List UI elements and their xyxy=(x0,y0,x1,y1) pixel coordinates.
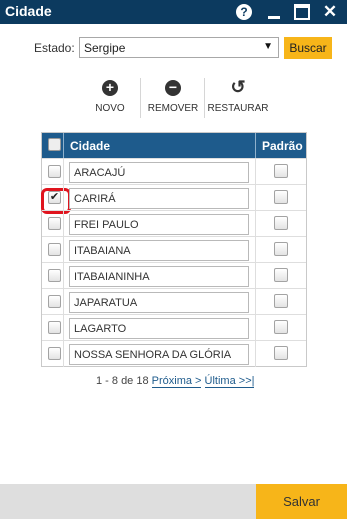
column-divider xyxy=(63,341,64,367)
restaurar-label: RESTAURAR xyxy=(207,103,269,114)
window-title: Cidade xyxy=(5,3,52,19)
cidade-field[interactable]: NOSSA SENHORA DA GLÓRIA xyxy=(69,344,249,365)
table-row[interactable]: NOSSA SENHORA DA GLÓRIA xyxy=(42,340,306,367)
novo-label: NOVO xyxy=(95,103,125,114)
padrao-checkbox[interactable] xyxy=(274,346,288,360)
padrao-checkbox[interactable] xyxy=(274,294,288,308)
row-select-checkbox[interactable] xyxy=(48,165,61,178)
table-row[interactable]: ITABAIANINHA xyxy=(42,262,306,289)
plus-icon: + xyxy=(102,80,118,96)
row-select-checkbox[interactable]: ✔ xyxy=(41,188,71,214)
grid-header: Cidade Padrão xyxy=(42,133,306,158)
table-row[interactable]: LAGARTO xyxy=(42,314,306,341)
padrao-checkbox[interactable] xyxy=(274,164,288,178)
column-divider xyxy=(63,133,64,158)
cidade-field[interactable]: ITABAIANINHA xyxy=(69,266,249,287)
row-select-checkbox[interactable] xyxy=(48,243,61,256)
remover-label: REMOVER xyxy=(147,103,199,114)
estado-label: Estado: xyxy=(34,41,75,55)
column-divider xyxy=(255,133,256,158)
help-icon[interactable]: ? xyxy=(236,4,252,20)
cidade-field[interactable]: CARIRÁ xyxy=(69,188,249,209)
padrao-checkbox[interactable] xyxy=(274,242,288,256)
table-row[interactable]: ITABAIANA xyxy=(42,236,306,263)
maximize-icon[interactable] xyxy=(294,4,310,20)
buscar-button[interactable]: Buscar xyxy=(284,37,332,59)
column-divider xyxy=(255,237,256,263)
column-divider xyxy=(255,159,256,185)
column-divider xyxy=(255,263,256,289)
column-divider xyxy=(255,211,256,237)
table-row[interactable]: JAPARATUA xyxy=(42,288,306,315)
padrao-checkbox[interactable] xyxy=(274,268,288,282)
window-titlebar: Cidade ? ✕ xyxy=(0,0,347,24)
column-divider xyxy=(255,185,256,211)
table-row[interactable]: ✔ CARIRÁ xyxy=(41,184,306,214)
column-divider xyxy=(63,211,64,237)
padrao-checkbox[interactable] xyxy=(274,320,288,334)
cidade-field[interactable]: ITABAIANA xyxy=(69,240,249,261)
table-row[interactable]: FREI PAULO xyxy=(42,210,306,237)
next-page-link[interactable]: Próxima > xyxy=(151,375,202,388)
toolbar-divider xyxy=(204,78,205,118)
column-divider xyxy=(63,237,64,263)
estado-select-value: Sergipe xyxy=(84,41,126,55)
column-divider xyxy=(63,159,64,185)
column-header-padrao: Padrão xyxy=(262,139,303,153)
pagination-range: 1 - 8 de 18 xyxy=(96,375,149,387)
column-divider xyxy=(63,185,64,211)
select-all-checkbox[interactable] xyxy=(48,138,61,151)
column-divider xyxy=(255,289,256,315)
minus-icon: − xyxy=(165,80,181,96)
minimize-icon[interactable] xyxy=(266,4,282,20)
grid-body: ARACAJÚ ✔ CARIRÁ FREI PAULO ITABAIANA ITABAIA… xyxy=(41,158,306,367)
cidade-grid: Cidade Padrão ARACAJÚ ✔ CARIRÁ FREI PAULO IT… xyxy=(41,132,307,367)
row-select-checkbox[interactable] xyxy=(48,269,61,282)
estado-select[interactable]: Sergipe ▼ xyxy=(79,37,279,58)
dropdown-arrow-icon: ▼ xyxy=(263,41,273,52)
row-select-checkbox[interactable] xyxy=(48,347,61,360)
row-select-checkbox[interactable] xyxy=(48,321,61,334)
row-select-checkbox[interactable] xyxy=(48,295,61,308)
cidade-field[interactable]: JAPARATUA xyxy=(69,292,249,313)
close-icon[interactable]: ✕ xyxy=(322,3,338,20)
salvar-button[interactable]: Salvar xyxy=(256,484,347,519)
cidade-field[interactable]: LAGARTO xyxy=(69,318,249,339)
restaurar-button[interactable]: ↺ RESTAURAR xyxy=(206,78,270,118)
column-divider xyxy=(255,315,256,341)
column-divider xyxy=(63,315,64,341)
restore-icon: ↺ xyxy=(230,77,246,97)
pagination: 1 - 8 de 18 Próxima > Última >>| xyxy=(96,375,255,388)
column-header-cidade: Cidade xyxy=(70,139,111,153)
row-select-checkbox[interactable] xyxy=(48,217,61,230)
column-divider xyxy=(255,341,256,367)
remover-button[interactable]: − REMOVER xyxy=(141,78,205,118)
cidade-field[interactable]: ARACAJÚ xyxy=(69,162,249,183)
padrao-checkbox[interactable] xyxy=(274,216,288,230)
cidade-field[interactable]: FREI PAULO xyxy=(69,214,249,235)
novo-button[interactable]: + NOVO xyxy=(78,78,142,118)
padrao-checkbox[interactable] xyxy=(274,190,288,204)
column-divider xyxy=(63,289,64,315)
table-row[interactable]: ARACAJÚ xyxy=(42,158,306,185)
last-page-link[interactable]: Última >>| xyxy=(204,375,255,388)
column-divider xyxy=(63,263,64,289)
